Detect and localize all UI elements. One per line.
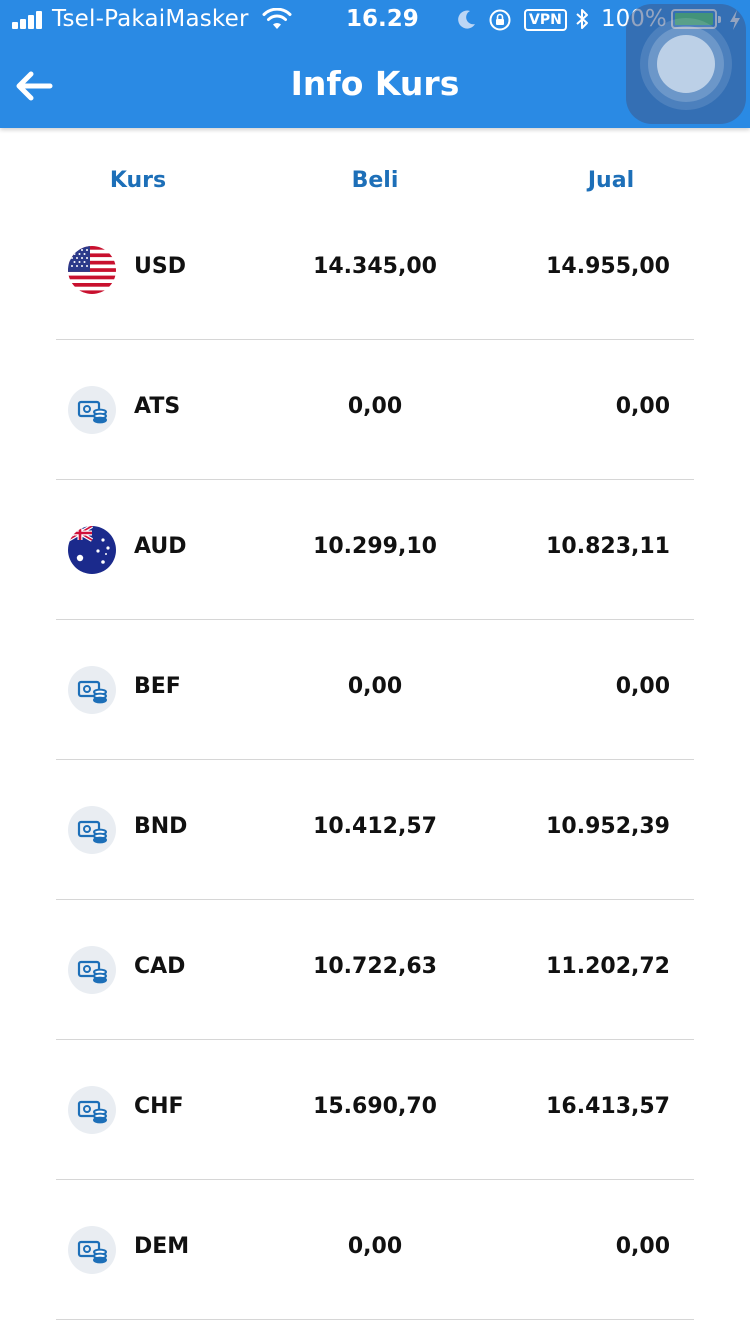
bluetooth-icon xyxy=(576,9,588,29)
signal-icon xyxy=(12,11,48,29)
buy-rate: 0,00 xyxy=(347,1234,403,1259)
money-icon xyxy=(68,1226,116,1274)
sell-rate: 10.823,11 xyxy=(546,534,670,559)
us-flag-icon xyxy=(68,246,116,294)
table-row[interactable]: BND 10.412,57 10.952,39 xyxy=(0,760,750,900)
row-divider xyxy=(56,1319,694,1320)
carrier-name: Tsel-PakaiMasker xyxy=(52,6,249,32)
assistive-touch-button[interactable] xyxy=(626,4,746,124)
buy-rate: 0,00 xyxy=(347,394,403,419)
buy-rate: 15.690,70 xyxy=(313,1094,437,1119)
buy-rate: 14.345,00 xyxy=(313,254,437,279)
money-icon xyxy=(68,946,116,994)
table-row[interactable]: AUD 10.299,10 10.823,11 xyxy=(0,480,750,620)
header-jual: Jual xyxy=(587,168,635,193)
sell-rate: 11.202,72 xyxy=(546,954,670,979)
table-row[interactable]: DEM 0,00 0,00 xyxy=(0,1180,750,1320)
money-icon xyxy=(68,806,116,854)
currency-code: DEM xyxy=(134,1234,190,1259)
rotation-lock-icon xyxy=(489,9,511,31)
header-beli: Beli xyxy=(351,168,399,193)
currency-code: BEF xyxy=(134,674,181,699)
table-row[interactable]: ATS 0,00 0,00 xyxy=(0,340,750,480)
money-icon xyxy=(68,386,116,434)
table-row[interactable]: CHF 15.690,70 16.413,57 xyxy=(0,1040,750,1180)
currency-code: CHF xyxy=(134,1094,184,1119)
buy-rate: 10.412,57 xyxy=(313,814,437,839)
buy-rate: 10.299,10 xyxy=(313,534,437,559)
wifi-icon xyxy=(262,8,292,29)
currency-list: USD 14.345,00 14.955,00 ATS 0,00 0,00 AU… xyxy=(0,200,750,1320)
buy-rate: 10.722,63 xyxy=(313,954,437,979)
currency-code: BND xyxy=(134,814,188,839)
sell-rate: 10.952,39 xyxy=(546,814,670,839)
currency-code: ATS xyxy=(134,394,181,419)
sell-rate: 0,00 xyxy=(615,1234,670,1259)
app-screen: Tsel-PakaiMasker 16.29 VPN 100% xyxy=(0,0,750,1334)
currency-code: CAD xyxy=(134,954,186,979)
au-flag-icon xyxy=(68,526,116,574)
table-row[interactable]: USD 14.345,00 14.955,00 xyxy=(0,200,750,340)
buy-rate: 0,00 xyxy=(347,674,403,699)
status-time: 16.29 xyxy=(346,6,419,32)
header-kurs: Kurs xyxy=(109,168,167,193)
currency-code: USD xyxy=(134,254,186,279)
money-icon xyxy=(68,666,116,714)
table-row[interactable]: BEF 0,00 0,00 xyxy=(0,620,750,760)
moon-icon xyxy=(458,10,475,29)
sell-rate: 16.413,57 xyxy=(546,1094,670,1119)
vpn-badge: VPN xyxy=(524,9,567,31)
currency-code: AUD xyxy=(134,534,187,559)
sell-rate: 0,00 xyxy=(615,394,670,419)
sell-rate: 0,00 xyxy=(615,674,670,699)
sell-rate: 14.955,00 xyxy=(546,254,670,279)
money-icon xyxy=(68,1086,116,1134)
table-row[interactable]: CAD 10.722,63 11.202,72 xyxy=(0,900,750,1040)
